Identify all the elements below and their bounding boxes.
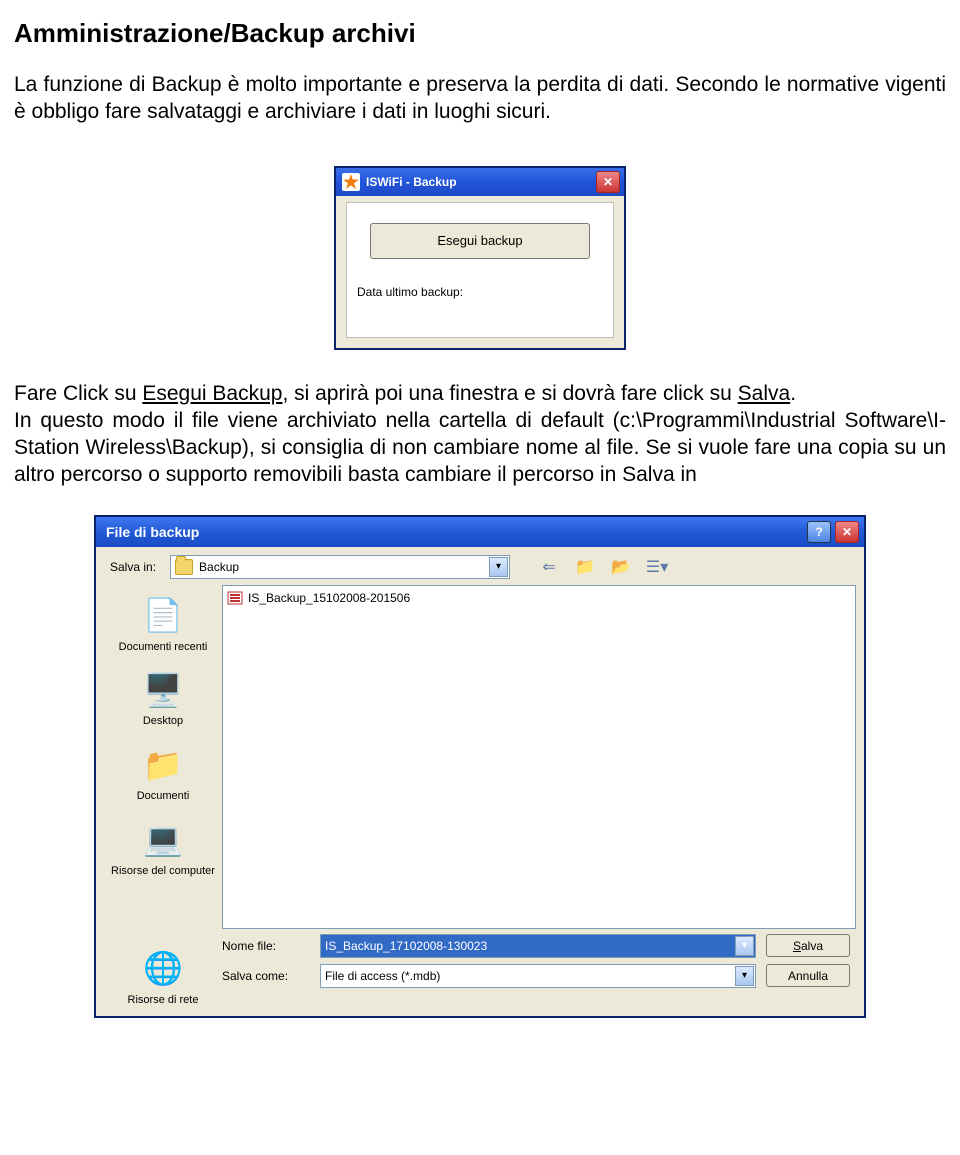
mid-paragraph: Fare Click su Esegui Backup, si aprirà p…: [14, 380, 946, 489]
esegui-backup-underline: Esegui Backup: [142, 382, 282, 405]
execute-backup-button[interactable]: Esegui backup: [370, 223, 590, 259]
page-heading: Amministrazione/Backup archivi: [14, 18, 946, 49]
folder-icon: [175, 559, 193, 575]
desktop-icon: 🖥️: [142, 669, 184, 711]
mid-text3: .: [790, 382, 796, 405]
recent-docs-icon: 📄: [142, 595, 184, 637]
intro-paragraph: La funzione di Backup è molto importante…: [14, 71, 946, 126]
database-file-icon: [227, 590, 243, 606]
new-folder-icon[interactable]: 📂: [610, 556, 632, 578]
back-arrow-icon[interactable]: ⇐: [538, 556, 560, 578]
help-icon[interactable]: ?: [807, 521, 831, 543]
chevron-down-icon[interactable]: ▾: [735, 936, 754, 956]
places-computer[interactable]: 💻 Risorse del computer: [106, 813, 220, 884]
places-bar: 📄 Documenti recenti 🖥️ Desktop 📁 Documen…: [104, 585, 222, 929]
view-menu-icon[interactable]: ☰▾: [646, 556, 668, 578]
filename-label: Nome file:: [222, 939, 310, 953]
documents-icon: 📁: [142, 744, 184, 786]
close-icon[interactable]: ✕: [835, 521, 859, 543]
mid-rest: In questo modo il file viene archiviato …: [14, 409, 946, 487]
list-item[interactable]: IS_Backup_15102008-201506: [227, 590, 851, 606]
mid-text2: , si aprirà poi una finestra e si dovrà …: [282, 382, 737, 405]
places-network[interactable]: 🌐 Risorse di rete: [106, 942, 220, 1013]
file-list[interactable]: IS_Backup_15102008-201506: [222, 585, 856, 929]
close-icon[interactable]: ✕: [596, 171, 620, 193]
places-recent[interactable]: 📄 Documenti recenti: [106, 589, 220, 660]
file-dialog-titlebar: File di backup ? ✕: [96, 517, 864, 547]
file-save-dialog: File di backup ? ✕ Salva in: Backup ▾ ⇐ …: [94, 515, 866, 1019]
file-dialog-title: File di backup: [106, 524, 199, 540]
network-icon: 🌐: [142, 948, 184, 990]
places-desktop[interactable]: 🖥️ Desktop: [106, 663, 220, 734]
file-name: IS_Backup_15102008-201506: [248, 591, 410, 605]
salva-in-label: Salva in:: [110, 560, 156, 574]
titlebar: ★ ISWiFi - Backup ✕: [336, 168, 624, 196]
save-button[interactable]: Salva: [766, 934, 850, 957]
computer-icon: 💻: [142, 819, 184, 861]
chevron-down-icon[interactable]: ▾: [735, 966, 754, 986]
cancel-button[interactable]: Annulla: [766, 964, 850, 987]
places-documents[interactable]: 📁 Documenti: [106, 738, 220, 809]
dialog-title: ISWiFi - Backup: [366, 175, 457, 189]
mid-text: Fare Click su: [14, 382, 142, 405]
chevron-down-icon[interactable]: ▾: [489, 557, 508, 577]
folder-dropdown[interactable]: Backup ▾: [170, 555, 510, 579]
filename-input[interactable]: IS_Backup_17102008-130023 ▾: [320, 934, 756, 958]
backup-dialog: ★ ISWiFi - Backup ✕ Esegui backup Data u…: [334, 166, 626, 350]
up-folder-icon[interactable]: 📁: [574, 556, 596, 578]
app-star-icon: ★: [342, 173, 360, 191]
folder-name: Backup: [199, 560, 239, 574]
filetype-dropdown[interactable]: File di access (*.mdb) ▾: [320, 964, 756, 988]
salva-underline: Salva: [738, 382, 791, 405]
filetype-label: Salva come:: [222, 969, 310, 983]
last-backup-label: Data ultimo backup:: [357, 285, 463, 299]
